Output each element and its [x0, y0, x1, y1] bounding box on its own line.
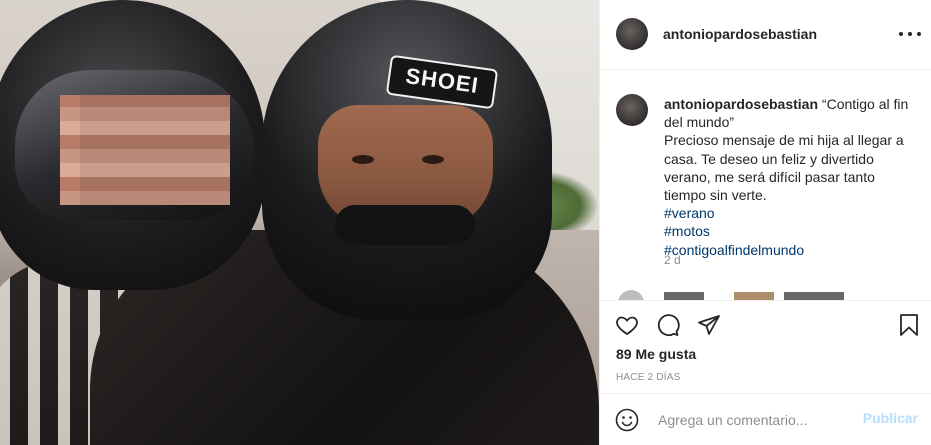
- caption-time[interactable]: 2 d: [664, 253, 681, 267]
- post-header: antoniopardosebastian: [600, 0, 931, 70]
- avatar[interactable]: [616, 18, 648, 50]
- heart-icon[interactable]: [613, 311, 641, 339]
- share-icon[interactable]: [695, 311, 723, 339]
- next-comment-text: [664, 292, 844, 300]
- caption-body: Precioso mensaje de mi hija al llegar a …: [664, 132, 904, 204]
- post-timestamp[interactable]: HACE 2 DÍAS: [616, 372, 680, 383]
- hashtag-contigoalfindelmundo[interactable]: #contigoalfindelmundo: [664, 241, 919, 259]
- next-comment-avatar[interactable]: [618, 290, 644, 300]
- comment-bar: Publicar: [600, 393, 931, 445]
- caption-area: antoniopardosebastian “Contigo al fin de…: [600, 70, 931, 300]
- comment-input[interactable]: [656, 408, 850, 432]
- caption-avatar[interactable]: [616, 94, 648, 126]
- more-icon[interactable]: [898, 22, 922, 46]
- publish-button[interactable]: Publicar: [863, 410, 918, 426]
- emoji-icon[interactable]: [615, 408, 639, 432]
- hashtag-motos[interactable]: #motos: [664, 222, 919, 240]
- bookmark-icon[interactable]: [895, 311, 923, 339]
- photo-eye-right: [422, 155, 444, 164]
- post-photo[interactable]: SHOEI: [0, 0, 599, 445]
- photo-eye-left: [352, 155, 374, 164]
- hashtag-list: #verano #motos #contigoalfindelmundo: [664, 204, 919, 259]
- caption-text: antoniopardosebastian “Contigo al fin de…: [664, 95, 919, 259]
- caption-username[interactable]: antoniopardosebastian: [664, 96, 818, 112]
- comment-icon[interactable]: [654, 311, 682, 339]
- hashtag-verano[interactable]: #verano: [664, 204, 919, 222]
- post-side-panel: antoniopardosebastian antoniopardosebast…: [599, 0, 931, 445]
- action-bar: [600, 300, 931, 350]
- like-count[interactable]: 89 Me gusta: [616, 346, 696, 362]
- header-username[interactable]: antoniopardosebastian: [663, 26, 817, 42]
- photo-pixelated-face: [60, 95, 230, 205]
- photo-chin-guard: [335, 205, 475, 245]
